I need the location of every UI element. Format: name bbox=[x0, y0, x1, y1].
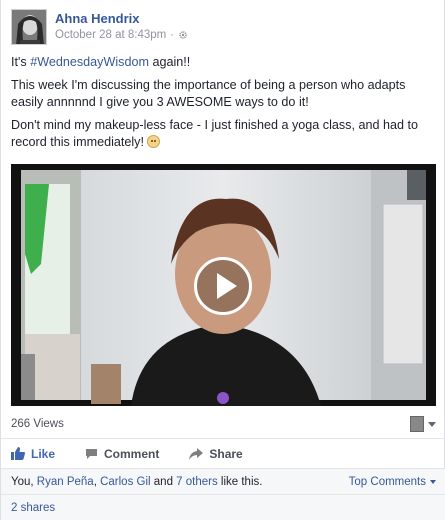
author-avatar[interactable] bbox=[11, 9, 47, 45]
shares-link[interactable]: 2 shares bbox=[11, 502, 55, 514]
post-timestamp[interactable]: October 28 at 8:43pm bbox=[55, 29, 166, 41]
top-comments-label: Top Comments bbox=[348, 475, 426, 488]
post-paragraph-2: This week I'm discussing the importance … bbox=[11, 78, 406, 109]
smile-emoji-icon bbox=[147, 135, 161, 148]
likes-summary: You, Ryan Peña, Carlos Gil and 7 others … bbox=[1, 468, 445, 494]
paragraph-text: It's bbox=[11, 55, 31, 69]
like-label: Like bbox=[31, 446, 56, 461]
video-stats: 266 Views bbox=[11, 414, 436, 434]
post-text: It's #WednesdayWisdom again!! This week … bbox=[11, 54, 436, 157]
chevron-down-icon bbox=[428, 421, 436, 427]
post-meta: Ahna Hendrix October 28 at 8:43pm · bbox=[55, 11, 188, 47]
likes-suffix: like this. bbox=[217, 475, 263, 488]
author-name[interactable]: Ahna Hendrix bbox=[55, 11, 188, 26]
gear-icon[interactable] bbox=[178, 30, 188, 40]
post-subline: October 28 at 8:43pm · bbox=[55, 29, 188, 41]
likes-prefix: You, bbox=[11, 475, 37, 488]
post-card: Ahna Hendrix October 28 at 8:43pm · It's… bbox=[0, 0, 445, 520]
shares-row: 2 shares bbox=[1, 494, 445, 520]
comment-label: Comment bbox=[104, 446, 160, 461]
top-comments-dropdown[interactable]: Top Comments bbox=[349, 476, 436, 488]
hashtag-link[interactable]: #WednesdayWisdom bbox=[30, 55, 149, 69]
post-paragraph-3: Don't mind my makeup-less face - I just … bbox=[11, 117, 436, 151]
likes-text: You, Ryan Peña, Carlos Gil and 7 others … bbox=[11, 476, 262, 488]
share-label: Share bbox=[209, 446, 243, 461]
others-link[interactable]: 7 others bbox=[176, 476, 218, 488]
comment-button[interactable]: Comment bbox=[85, 447, 159, 461]
chevron-down-icon bbox=[430, 479, 436, 484]
separator-dot: · bbox=[170, 29, 175, 41]
page-avatar-icon bbox=[410, 416, 424, 432]
post-as-selector[interactable] bbox=[410, 416, 436, 432]
comment-icon bbox=[86, 448, 98, 459]
paragraph-text: Don't mind my makeup-less face - I just … bbox=[11, 118, 419, 149]
paragraph-text: again!! bbox=[148, 55, 191, 69]
share-arrow-icon bbox=[189, 447, 204, 460]
video-player[interactable] bbox=[11, 164, 436, 406]
post-paragraph-1: It's #WednesdayWisdom again!! bbox=[11, 54, 436, 71]
likes-and: and bbox=[150, 475, 177, 488]
liker-link-carlos[interactable]: Carlos Gil bbox=[100, 476, 150, 488]
share-button[interactable]: Share bbox=[189, 446, 243, 461]
thumbs-up-icon bbox=[11, 447, 25, 460]
play-icon[interactable] bbox=[194, 257, 252, 315]
like-button[interactable]: Like bbox=[11, 447, 55, 461]
action-bar: Like Comment Share bbox=[1, 438, 445, 468]
liker-link-ryan[interactable]: Ryan Peña bbox=[37, 476, 94, 488]
post-header: Ahna Hendrix October 28 at 8:43pm · bbox=[11, 9, 188, 47]
view-count: 266 Views bbox=[11, 418, 64, 430]
